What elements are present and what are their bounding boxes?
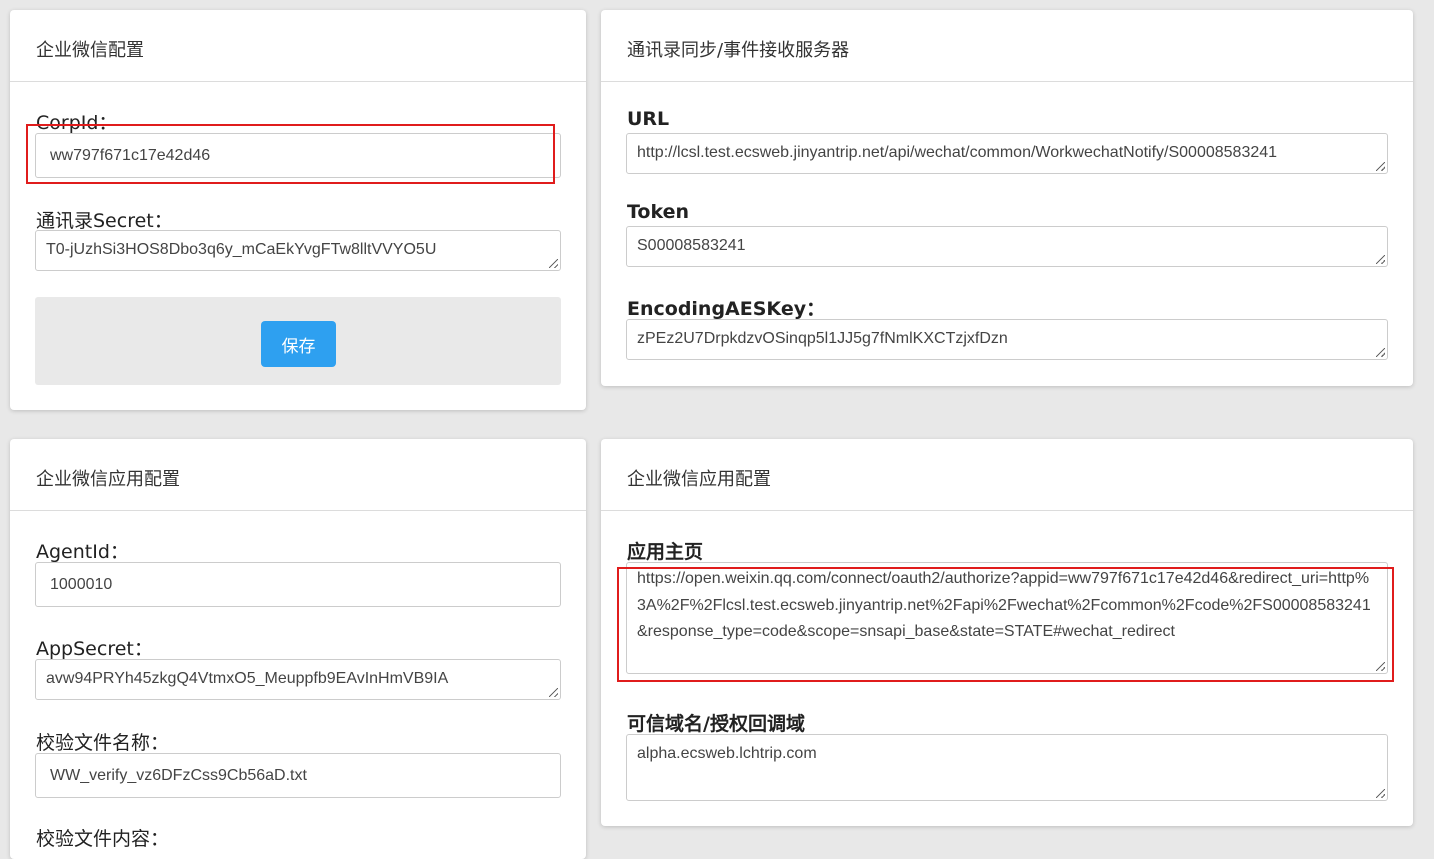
aeskey-label: EncodingAESKey： xyxy=(627,298,826,320)
corp-config-card: 企业微信配置 CorpId： ww797f671c17e42d46 通讯录Sec… xyxy=(10,10,586,410)
url-label: URL xyxy=(627,108,670,130)
secret-label: 通讯录Secret： xyxy=(36,210,173,232)
agentid-input[interactable]: 1000010 xyxy=(35,562,561,607)
url-textarea[interactable]: http://lcsl.test.ecsweb.jinyantrip.net/a… xyxy=(626,133,1388,174)
agentid-label: AgentId： xyxy=(36,541,129,563)
token-label: Token xyxy=(627,201,690,223)
verify-filename-input[interactable]: WW_verify_vz6DFzCss9Cb56aD.txt xyxy=(35,753,561,798)
save-button[interactable]: 保存 xyxy=(261,321,336,367)
app-config-left-title: 企业微信应用配置 xyxy=(10,439,586,511)
token-textarea[interactable]: S00008583241 xyxy=(626,226,1388,267)
corpid-label: CorpId： xyxy=(36,112,118,134)
homepage-label: 应用主页 xyxy=(627,541,704,563)
verify-content-label: 校验文件内容： xyxy=(36,828,170,850)
verify-filename-label: 校验文件名称： xyxy=(36,732,170,754)
trusted-domain-label: 可信域名/授权回调域 xyxy=(627,713,805,735)
sync-server-title: 通讯录同步/事件接收服务器 xyxy=(601,10,1413,82)
sync-server-card: 通讯录同步/事件接收服务器 URL http://lcsl.test.ecswe… xyxy=(601,10,1413,386)
corp-config-title: 企业微信配置 xyxy=(10,10,586,82)
secret-textarea[interactable]: T0-jUzhSi3HOS8Dbo3q6y_mCaEkYvgFTw8lltVVY… xyxy=(35,230,561,271)
appsecret-textarea[interactable]: avw94PRYh45zkgQ4VtmxO5_Meuppfb9EAvInHmVB… xyxy=(35,659,561,700)
app-config-right-card: 企业微信应用配置 应用主页 https://open.weixin.qq.com… xyxy=(601,439,1413,826)
save-area: 保存 xyxy=(35,297,561,385)
corpid-input[interactable]: ww797f671c17e42d46 xyxy=(35,133,561,178)
app-config-left-card: 企业微信应用配置 AgentId： 1000010 AppSecret： avw… xyxy=(10,439,586,859)
appsecret-label: AppSecret： xyxy=(36,638,153,660)
aeskey-textarea[interactable]: zPEz2U7DrpkdzvOSinqp5l1JJ5g7fNmlKXCTzjxf… xyxy=(626,319,1388,360)
app-config-right-title: 企业微信应用配置 xyxy=(601,439,1413,511)
homepage-textarea[interactable]: https://open.weixin.qq.com/connect/oauth… xyxy=(626,562,1388,674)
trusted-domain-textarea[interactable]: alpha.ecsweb.lchtrip.com xyxy=(626,734,1388,801)
